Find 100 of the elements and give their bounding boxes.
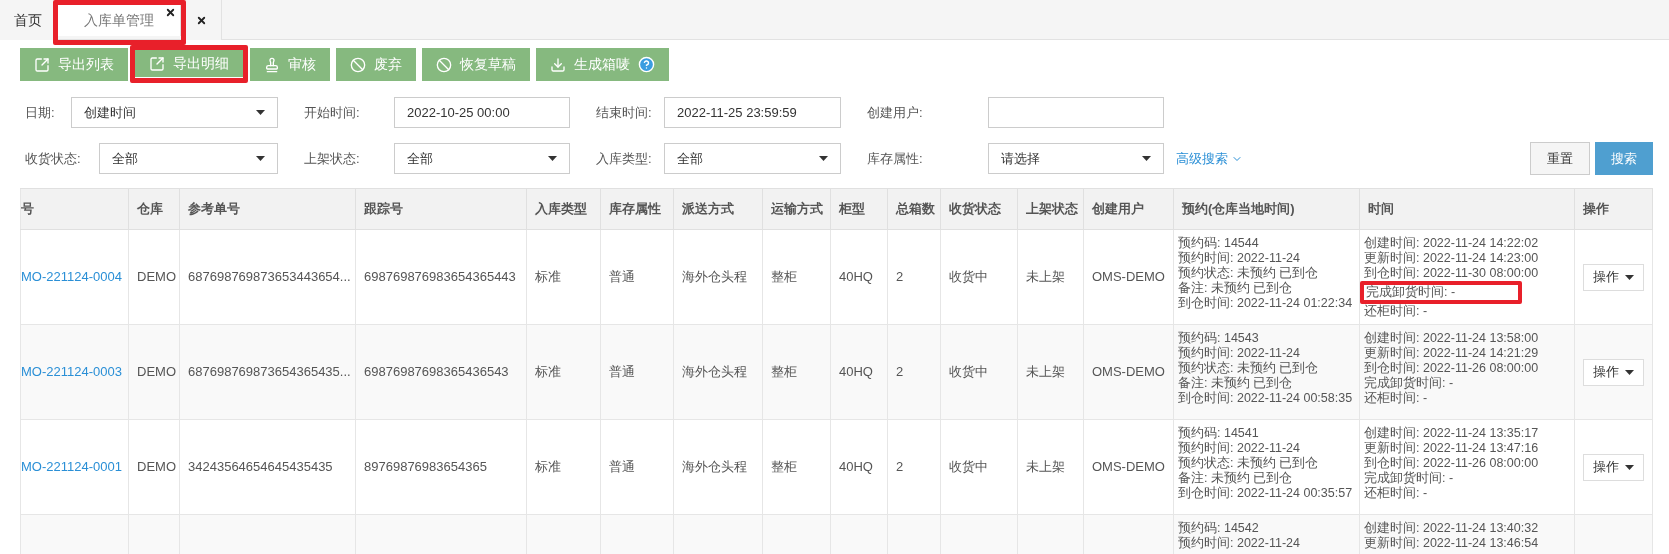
action-dropdown[interactable]: 操作	[1583, 263, 1644, 291]
booking-line: 预约码: 14542	[1178, 521, 1259, 536]
booking-line: 备注: 未预约 已到仓	[1178, 376, 1293, 391]
filter-label: 入库类型:	[595, 149, 653, 168]
column-header: 收货状态	[940, 188, 1018, 230]
select-field[interactable]: 创建时间	[71, 97, 278, 128]
order-link[interactable]: MO-221124-0004	[21, 269, 122, 285]
table-cell: OMS-DEMO	[1092, 459, 1165, 475]
table-cell: 89769876983654365	[364, 459, 487, 475]
caret-icon	[256, 156, 265, 161]
time-line: 更新时间: 2022-11-24 13:46:54	[1364, 536, 1539, 551]
caret-icon	[1142, 156, 1151, 161]
table-cell: 40HQ	[839, 364, 873, 380]
filter-label: 创建用户:	[866, 103, 924, 122]
caret-icon	[256, 110, 265, 115]
select-field[interactable]: 请选择	[988, 143, 1164, 174]
filter-label: 日期:	[24, 103, 56, 122]
select-field[interactable]: 全部	[664, 143, 841, 174]
time-line: 创建时间: 2022-11-24 13:40:32	[1364, 521, 1539, 536]
filter-label: 收货状态:	[24, 149, 82, 168]
table-cell: 海外仓头程	[682, 269, 747, 285]
column-header: 预约(仓库当地时间)	[1173, 188, 1360, 230]
time-line: 还柜时间: -	[1364, 304, 1428, 319]
export-icon	[149, 55, 165, 72]
table-cell: 普通	[609, 364, 635, 380]
column-header: 总箱数	[887, 188, 941, 230]
table-cell: 收货中	[949, 459, 988, 475]
table-cell: 2	[896, 459, 904, 475]
table-cell: 698769876983654365443	[364, 269, 516, 285]
table-cell: 标准	[535, 269, 561, 285]
time-line: 到仓时间: 2022-11-30 08:00:00	[1364, 266, 1539, 281]
table-cell: 687698769873654365435...	[188, 364, 351, 380]
filter-label: 库存属性:	[866, 149, 924, 168]
column-header: 操作	[1574, 188, 1653, 230]
booking-line: 预约状态: 未预约 已到仓	[1178, 361, 1319, 376]
column-header: 创建用户	[1083, 188, 1174, 230]
caret-icon	[1625, 274, 1634, 280]
table-cell: 2	[896, 364, 904, 380]
time-line: 到仓时间: 2022-11-26 08:00:00	[1364, 361, 1539, 376]
table-cell: 标准	[535, 364, 561, 380]
column-header: 派送方式	[673, 188, 763, 230]
time-line: 到仓时间: 2022-11-26 08:00:00	[1364, 456, 1539, 471]
time-line: 创建时间: 2022-11-24 14:22:02	[1364, 236, 1539, 251]
time-line: 完成卸货时间: -	[1364, 376, 1454, 391]
booking-line: 到仓时间: 2022-11-24 00:35:57	[1178, 486, 1353, 501]
column-header: 仓库	[128, 188, 180, 230]
stamp-icon	[264, 56, 280, 73]
caret-icon	[548, 156, 557, 161]
time-line: 更新时间: 2022-11-24 14:21:29	[1364, 346, 1539, 361]
ban-icon	[436, 56, 452, 73]
booking-line: 预约状态: 未预约 已到仓	[1178, 266, 1319, 281]
table-cell: DEMO	[137, 269, 176, 285]
order-link[interactable]: MO-221124-0001	[21, 459, 122, 475]
table-cell: 标准	[535, 459, 561, 475]
close-icon[interactable]	[165, 7, 176, 18]
filter-label: 结束时间:	[595, 103, 653, 122]
booking-line: 到仓时间: 2022-11-24 00:58:35	[1178, 391, 1353, 406]
reset-button[interactable]: 重置	[1530, 142, 1590, 175]
column-header: 入库类型	[526, 188, 601, 230]
advanced-search-link[interactable]: 高级搜索	[1176, 148, 1243, 169]
booking-line: 备注: 未预约 已到仓	[1178, 471, 1293, 486]
time-line: 完成卸货时间: -	[1366, 285, 1456, 300]
export-icon	[34, 56, 50, 73]
time-line: 创建时间: 2022-11-24 13:58:00	[1364, 331, 1539, 346]
table-cell: OMS-DEMO	[1092, 269, 1165, 285]
table-cell: 未上架	[1026, 364, 1065, 380]
booking-line: 到仓时间: 2022-11-24 01:22:34	[1178, 296, 1353, 311]
table-cell: 34243564654645435435	[188, 459, 333, 475]
text-field[interactable]: 2022-10-25 00:00	[394, 97, 570, 128]
column-header: 柜型	[830, 188, 888, 230]
booking-line: 预约状态: 未预约 已到仓	[1178, 456, 1319, 471]
table-cell: DEMO	[137, 459, 176, 475]
column-header: 上架状态	[1017, 188, 1084, 230]
close-icon[interactable]	[196, 14, 207, 26]
caret-icon	[1625, 464, 1634, 470]
table-cell: 2	[896, 269, 904, 285]
filter-label: 上架状态:	[303, 149, 361, 168]
select-field[interactable]: 全部	[99, 143, 278, 174]
table-cell: OMS-DEMO	[1092, 364, 1165, 380]
select-field[interactable]: 全部	[394, 143, 570, 174]
text-field[interactable]: 2022-11-25 23:59:59	[664, 97, 841, 128]
caret-icon	[819, 156, 828, 161]
table-cell: 收货中	[949, 269, 988, 285]
booking-line: 预约时间: 2022-11-24	[1178, 536, 1300, 551]
time-line: 更新时间: 2022-11-24 14:23:00	[1364, 251, 1539, 266]
tab[interactable]: 入库单管理	[58, 5, 181, 36]
time-line: 更新时间: 2022-11-24 13:47:16	[1364, 441, 1539, 456]
table-cell: 687698769873653443654...	[188, 269, 351, 285]
time-line: 还柜时间: -	[1364, 486, 1428, 501]
help-icon[interactable]	[638, 56, 655, 73]
table-cell: 整柜	[771, 364, 797, 380]
table-cell: 40HQ	[839, 459, 873, 475]
caret-icon	[1625, 369, 1634, 375]
table-cell: 普通	[609, 459, 635, 475]
table-cell: 海外仓头程	[682, 364, 747, 380]
action-dropdown[interactable]: 操作	[1583, 453, 1644, 481]
action-dropdown[interactable]: 操作	[1583, 358, 1644, 386]
column-header: 时间	[1359, 188, 1575, 230]
text-field[interactable]	[988, 97, 1164, 128]
booking-line: 预约码: 14541	[1178, 426, 1259, 441]
